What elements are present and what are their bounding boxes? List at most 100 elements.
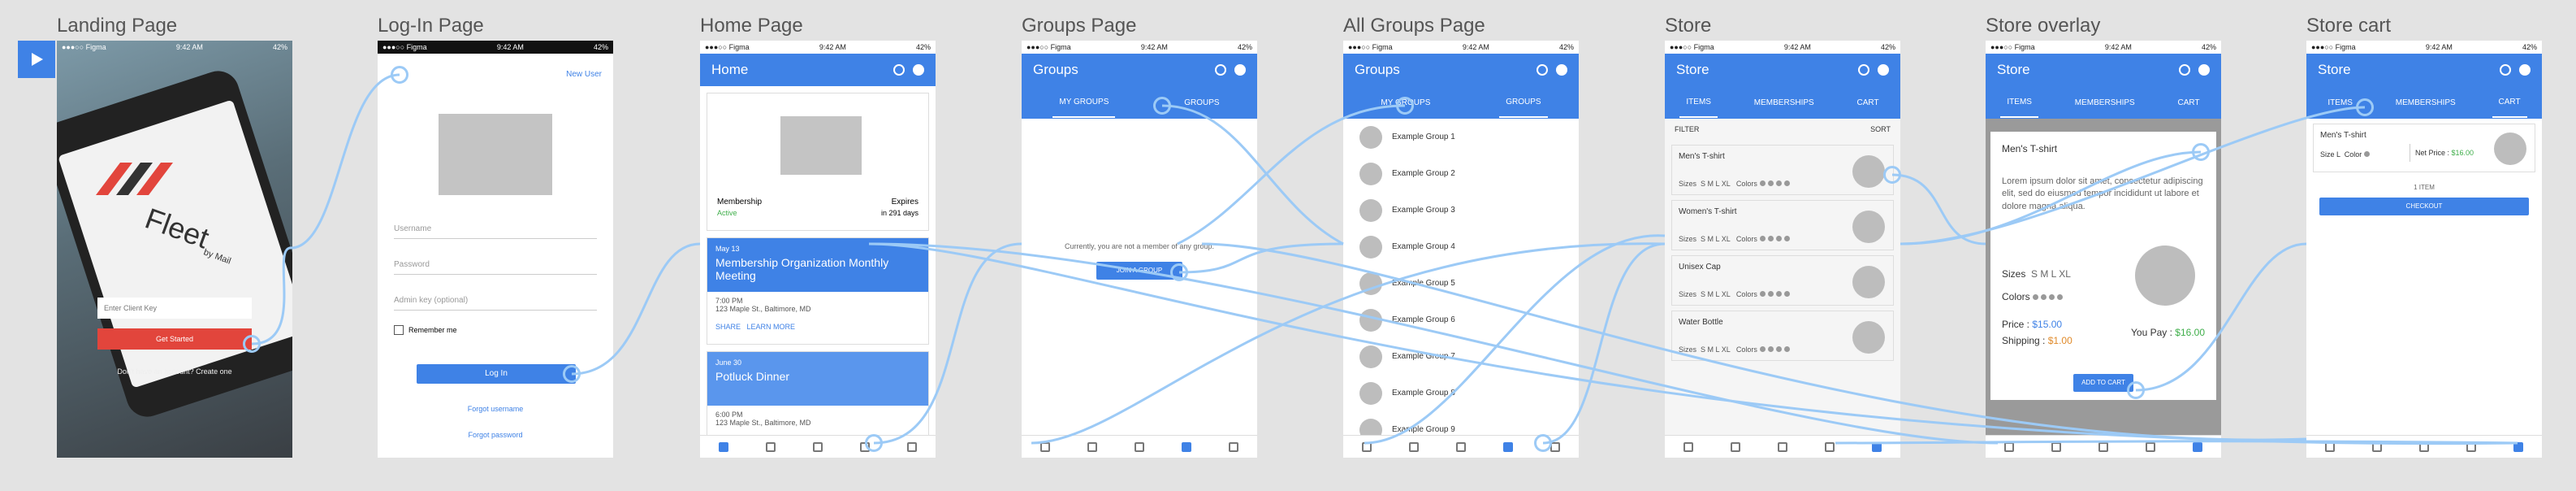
calendar-icon[interactable] [1778, 441, 1787, 452]
search-icon[interactable] [1215, 64, 1226, 76]
share-link[interactable]: SHARE [715, 323, 741, 331]
cart-icon[interactable] [907, 441, 917, 452]
tab-memberships[interactable]: MEMBERSHIPS [1748, 89, 1821, 117]
username-field[interactable]: Username [394, 203, 597, 239]
store-cart-screen: ●●●○○ Figma 9:42 AM 42% Store ITEMS MEMBERS… [2306, 41, 2542, 458]
calendar-icon[interactable] [2098, 441, 2108, 452]
people-icon[interactable] [1503, 441, 1513, 452]
login-button[interactable]: Log In [417, 364, 576, 384]
cart-icon[interactable] [1229, 441, 1238, 452]
list-item[interactable]: Example Group 6 [1343, 302, 1579, 338]
tab-groups[interactable]: GROUPS [1499, 88, 1548, 118]
forgot-username-link[interactable]: Forgot username [378, 405, 613, 413]
hotspot-knob [2356, 98, 2374, 116]
home-icon[interactable] [2325, 441, 2335, 452]
get-started-button[interactable]: Get Started [97, 328, 252, 350]
account-icon[interactable] [2519, 64, 2531, 76]
calendar-icon[interactable] [2419, 441, 2429, 452]
signup-link[interactable]: Don't have an account? Create one [57, 367, 292, 376]
empty-message: Currently, you are not a member of any g… [1065, 242, 1214, 250]
home-icon[interactable] [1683, 441, 1693, 452]
people-icon[interactable] [2146, 441, 2155, 452]
cart-item-name: Men's T-shirt [2320, 131, 2366, 140]
password-field[interactable]: Password [394, 239, 597, 275]
monitor-icon[interactable] [1409, 441, 1419, 452]
client-key-input[interactable]: Enter Client Key [97, 298, 252, 319]
item-image [1852, 155, 1885, 188]
search-icon[interactable] [2500, 64, 2511, 76]
tab-my-groups[interactable]: MY GROUPS [1052, 88, 1116, 118]
list-item[interactable]: Men's T-shirt Sizes S M L XL Colors [1671, 145, 1894, 195]
list-item[interactable]: Example Group 7 [1343, 338, 1579, 375]
tab-cart[interactable]: CART [2492, 88, 2527, 118]
store-screen: ●●●○○ Figma 9:42 AM 42% Store ITEMS MEMBERS… [1665, 41, 1900, 458]
item-image [2494, 133, 2526, 165]
play-button[interactable] [18, 41, 55, 78]
search-icon[interactable] [893, 64, 905, 76]
checkbox[interactable] [394, 325, 404, 335]
sort-button[interactable]: SORT [1870, 125, 1891, 133]
people-icon[interactable] [2466, 441, 2476, 452]
monitor-icon[interactable] [766, 441, 776, 452]
account-icon[interactable] [2198, 64, 2210, 76]
account-icon[interactable] [1878, 64, 1889, 76]
home-icon[interactable] [1040, 441, 1050, 452]
list-item[interactable]: Example Group 3 [1343, 192, 1579, 228]
list-item[interactable]: Example Group 2 [1343, 155, 1579, 192]
home-icon[interactable] [2004, 441, 2014, 452]
hotspot-knob [1396, 97, 1414, 115]
account-icon[interactable] [1556, 64, 1567, 76]
tab-cart[interactable]: CART [2172, 89, 2206, 117]
calendar-icon[interactable] [1135, 441, 1144, 452]
search-icon[interactable] [2179, 64, 2190, 76]
tab-groups[interactable]: GROUPS [1178, 89, 1225, 117]
cart-icon[interactable] [2193, 441, 2202, 452]
list-item[interactable]: Example Group 8 [1343, 375, 1579, 411]
list-item[interactable]: Example Group 1 [1343, 119, 1579, 155]
status-bar: ●●●○○ Figma 9:42 AM 42% [1986, 41, 2221, 54]
monitor-icon[interactable] [1731, 441, 1740, 452]
people-icon[interactable] [1182, 441, 1191, 452]
tab-items[interactable]: ITEMS [2321, 89, 2359, 117]
add-to-cart-button[interactable]: ADD TO CART [2073, 374, 2133, 392]
list-item[interactable]: Unisex Cap Sizes S M L XL Colors [1671, 255, 1894, 306]
filter-button[interactable]: FILTER [1675, 125, 1699, 133]
tab-cart[interactable]: CART [1851, 89, 1886, 117]
cart-item[interactable]: Men's T-shirt Size L Color Net Price : $… [2313, 124, 2535, 172]
tab-memberships[interactable]: MEMBERSHIPS [2389, 89, 2462, 117]
list-item[interactable]: Women's T-shirt Sizes S M L XL Colors [1671, 200, 1894, 250]
calendar-icon[interactable] [813, 441, 823, 452]
event-card[interactable]: June 30 Potluck Dinner 6:00 PM 123 Maple… [707, 351, 929, 449]
app-bar: Store [2306, 54, 2542, 86]
filter-bar: FILTER SORT [1665, 119, 1900, 140]
search-icon[interactable] [1858, 64, 1869, 76]
expires-label: Expires [891, 198, 918, 206]
monitor-icon[interactable] [2051, 441, 2061, 452]
account-icon[interactable] [1234, 64, 1246, 76]
checkout-button[interactable]: CHECKOUT [2319, 198, 2529, 215]
list-item[interactable]: Water Bottle Sizes S M L XL Colors [1671, 311, 1894, 361]
people-icon[interactable] [1825, 441, 1835, 452]
cart-icon[interactable] [1872, 441, 1882, 452]
remember-me[interactable]: Remember me [394, 325, 457, 335]
account-icon[interactable] [913, 64, 924, 76]
home-icon[interactable] [719, 441, 728, 452]
learn-more-link[interactable]: LEARN MORE [747, 323, 796, 331]
calendar-icon[interactable] [1456, 441, 1466, 452]
event-card[interactable]: May 13 Membership Organization Monthly M… [707, 237, 929, 345]
tab-items[interactable]: ITEMS [1679, 88, 1718, 118]
monitor-icon[interactable] [2372, 441, 2382, 452]
tab-items[interactable]: ITEMS [2000, 88, 2038, 118]
list-item[interactable]: Example Group 5 [1343, 265, 1579, 302]
frame-label-overlay: Store overlay [1986, 15, 2101, 37]
home-icon[interactable] [1362, 441, 1372, 452]
landing-screen: ●●●○○ Figma 9:42 AM 42% Fleet by Mail Ente… [57, 41, 292, 458]
forgot-password-link[interactable]: Forgot password [378, 431, 613, 439]
search-icon[interactable] [1537, 64, 1548, 76]
tab-memberships[interactable]: MEMBERSHIPS [2068, 89, 2142, 117]
list-item[interactable]: Example Group 4 [1343, 228, 1579, 265]
monitor-icon[interactable] [1087, 441, 1097, 452]
cart-icon[interactable] [2513, 441, 2523, 452]
new-user-link[interactable]: New User [566, 70, 602, 79]
admin-key-field[interactable]: Admin key (optional) [394, 275, 597, 311]
